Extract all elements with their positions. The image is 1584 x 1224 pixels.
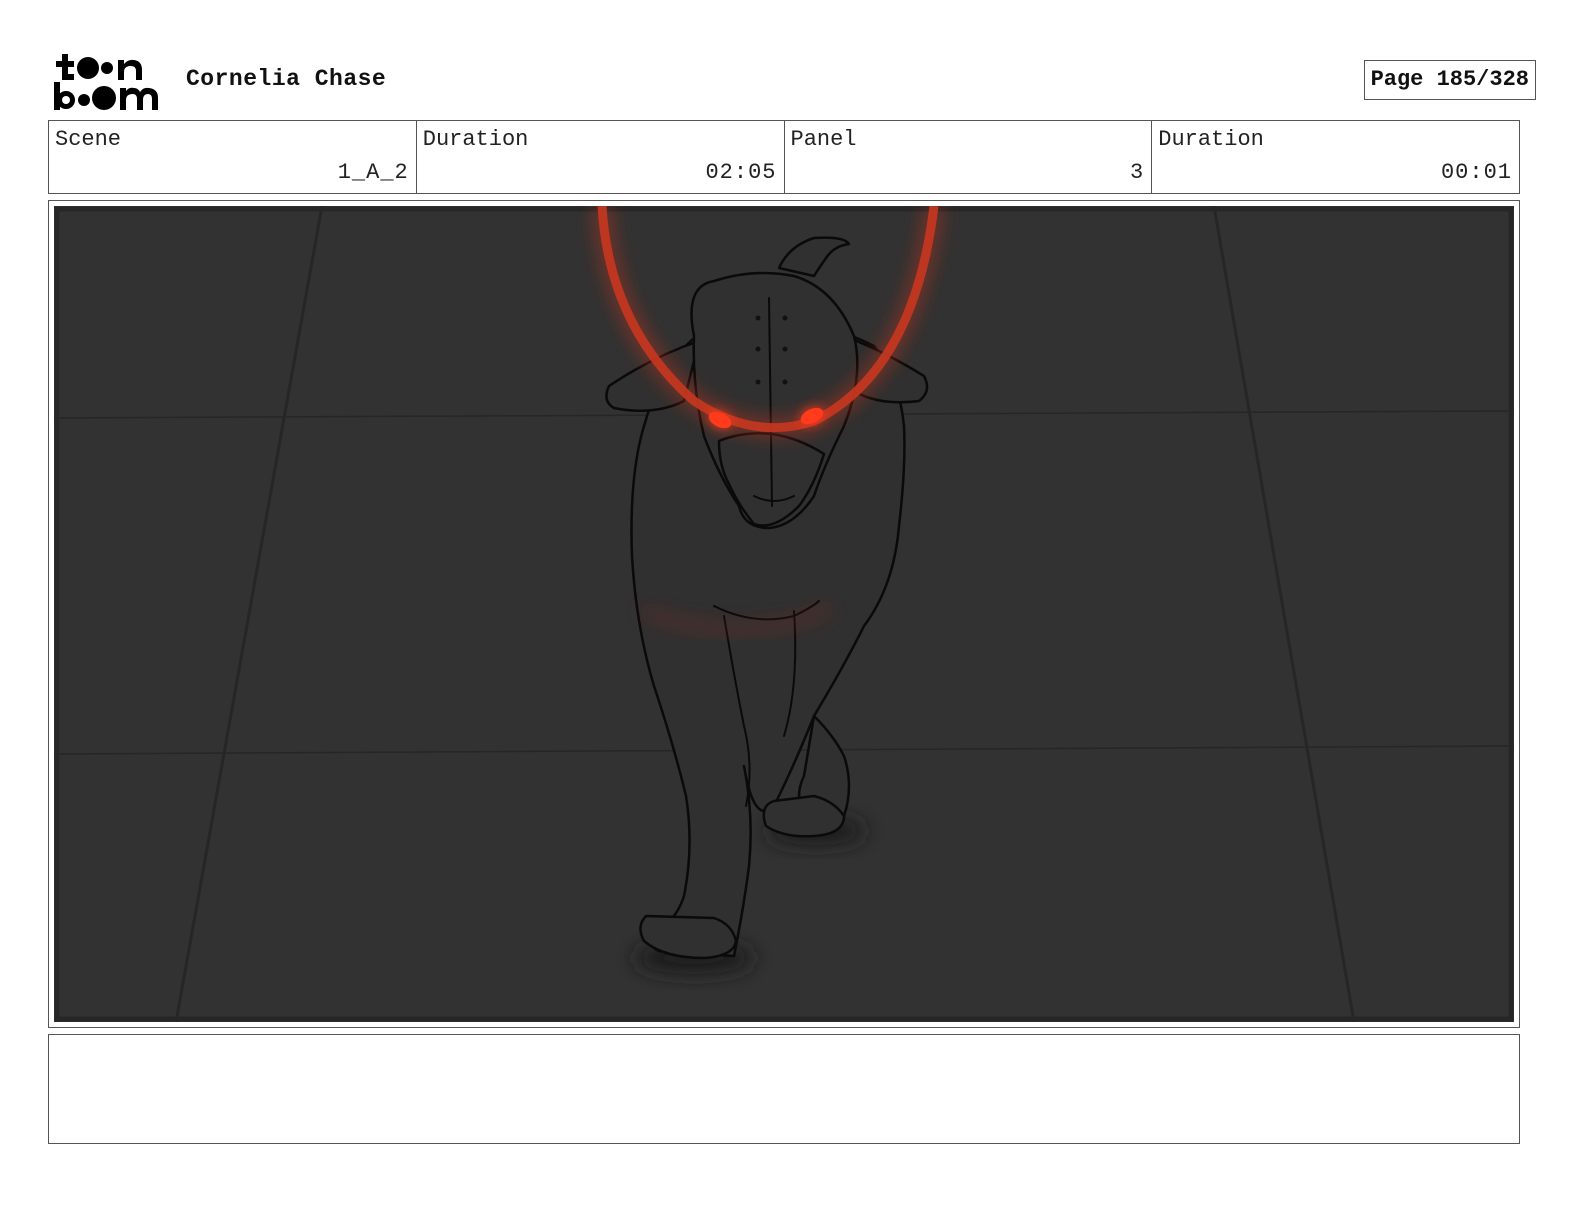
panel-notes-box	[48, 1034, 1520, 1144]
panel-duration-cell: Duration 00:01	[1152, 121, 1519, 193]
scene-cell: Scene 1_A_2	[49, 121, 417, 193]
project-title: Cornelia Chase	[186, 66, 387, 92]
storyboard-panel-image	[54, 206, 1514, 1022]
scene-label: Scene	[55, 127, 122, 152]
scene-duration-value: 02:05	[705, 160, 777, 185]
scene-info-table: Scene 1_A_2 Duration 02:05 Panel 3 Durat…	[48, 120, 1520, 194]
panel-duration-label: Duration	[1158, 127, 1264, 152]
scene-duration-cell: Duration 02:05	[417, 121, 785, 193]
panel-drawing	[54, 206, 1514, 1022]
panel-duration-value: 00:01	[1440, 160, 1512, 185]
storyboard-panel-frame	[48, 200, 1520, 1028]
panel-cell: Panel 3	[785, 121, 1153, 193]
toon-boom-logo	[54, 54, 158, 110]
panel-value: 3	[1130, 160, 1145, 185]
panel-label: Panel	[790, 127, 857, 152]
page-header: Cornelia Chase Page 185/328	[52, 50, 1536, 114]
page-number: Page 185/328	[1363, 60, 1536, 100]
scene-duration-label: Duration	[422, 127, 529, 152]
scene-value: 1_A_2	[337, 160, 409, 185]
